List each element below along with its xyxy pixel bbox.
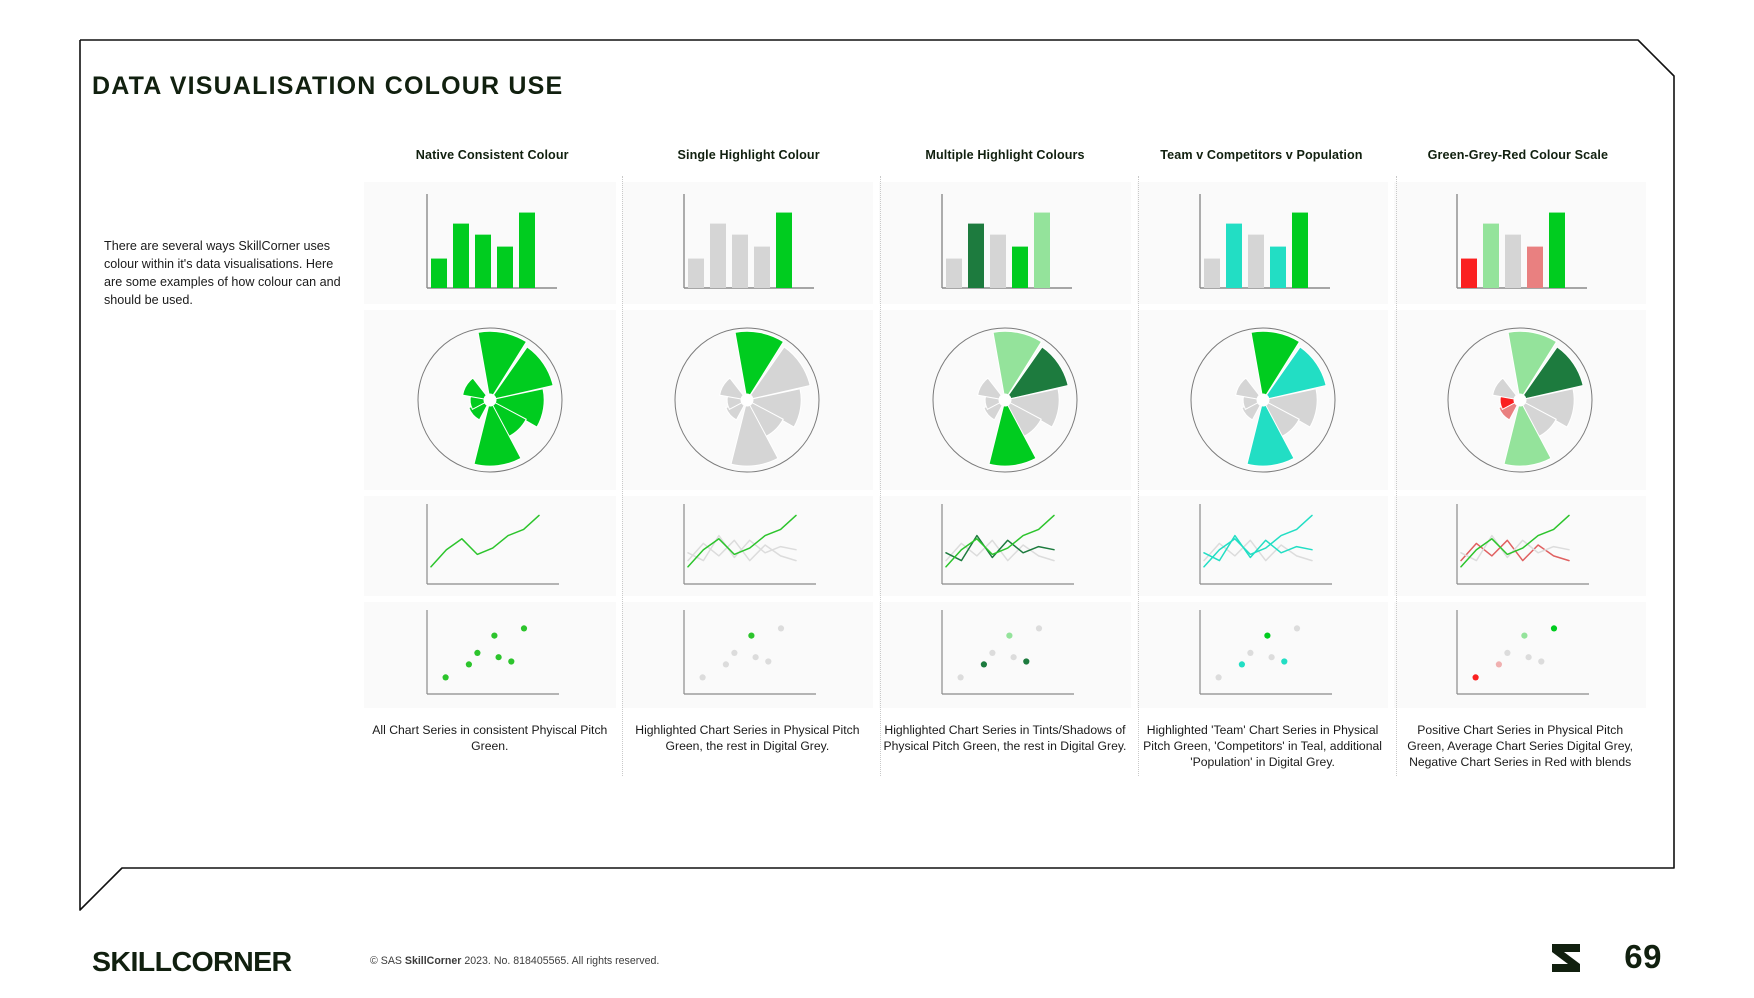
page-number: 69 (1624, 938, 1662, 975)
cell-radial-0 (364, 310, 616, 490)
cell-line-4 (1394, 496, 1646, 596)
cell-line-2 (879, 496, 1131, 596)
cell-radial-4 (1394, 310, 1646, 490)
cell-scatter-2 (879, 602, 1131, 708)
column-header-0: Native Consistent Colour (415, 148, 569, 162)
cell-scatter-0 (364, 602, 616, 708)
cell-bar-4 (1394, 182, 1646, 304)
column-caption-1: Highlighted Chart Series in Physical Pit… (635, 723, 860, 754)
copyright-brand: SkillCorner (404, 955, 462, 967)
cell-scatter-1 (621, 602, 874, 708)
column-header-4: Green-Grey-Red Colour Scale (1427, 148, 1609, 162)
column-header-2: Multiple Highlight Colours (925, 148, 1085, 162)
column-caption-0: All Chart Series in consistent Phyiscal … (372, 723, 608, 754)
skillcorner-s-mark-icon (1552, 944, 1580, 972)
cell-radial-1 (621, 310, 874, 490)
column-separator-2 (880, 176, 882, 776)
row-radial-charts (364, 310, 1646, 490)
cell-line-3 (1136, 496, 1389, 596)
page-title: DATA VISUALISATION COLOUR USE (92, 72, 564, 100)
cell-radial-2 (879, 310, 1131, 490)
intro-paragraph: There are several ways SkillCorner uses … (104, 239, 341, 307)
cell-radial-3 (1136, 310, 1389, 490)
row-line-charts (364, 496, 1646, 596)
column-caption-4: Positive Chart Series in Physical Pitch … (1407, 723, 1634, 770)
column-separator-3 (1138, 176, 1140, 776)
cell-line-0 (364, 496, 616, 596)
examples-grid: Native Consistent Colour Single Highligh… (364, 148, 1646, 771)
cell-line-1 (621, 496, 874, 596)
column-caption-2: Highlighted Chart Series in Tints/Shadow… (883, 723, 1127, 754)
column-captions: All Chart Series in consistent Phyiscal … (364, 722, 1646, 771)
column-caption-3: Highlighted 'Team' Chart Series in Physi… (1143, 723, 1382, 770)
cell-bar-3 (1136, 182, 1389, 304)
cell-bar-1 (621, 182, 874, 304)
cell-scatter-3 (1136, 602, 1389, 708)
chart-rows (364, 182, 1646, 708)
column-header-3: Team v Competitors v Population (1160, 148, 1363, 162)
cell-scatter-4 (1394, 602, 1646, 708)
row-bar-charts (364, 182, 1646, 304)
cell-bar-0 (364, 182, 616, 304)
copyright-prefix: © SAS (370, 955, 405, 967)
column-separator-1 (622, 176, 624, 776)
column-headers: Native Consistent Colour Single Highligh… (364, 148, 1646, 176)
column-separator-4 (1396, 176, 1398, 776)
row-scatter-charts (364, 602, 1646, 708)
copyright-suffix: 2023. No. 818405565. All rights reserved… (461, 955, 660, 967)
column-header-1: Single Highlight Colour (677, 148, 820, 162)
copyright-text: © SAS SkillCorner 2023. No. 818405565. A… (370, 955, 659, 967)
cell-bar-2 (879, 182, 1131, 304)
skillcorner-logo: SKILLCORNER (92, 946, 292, 977)
